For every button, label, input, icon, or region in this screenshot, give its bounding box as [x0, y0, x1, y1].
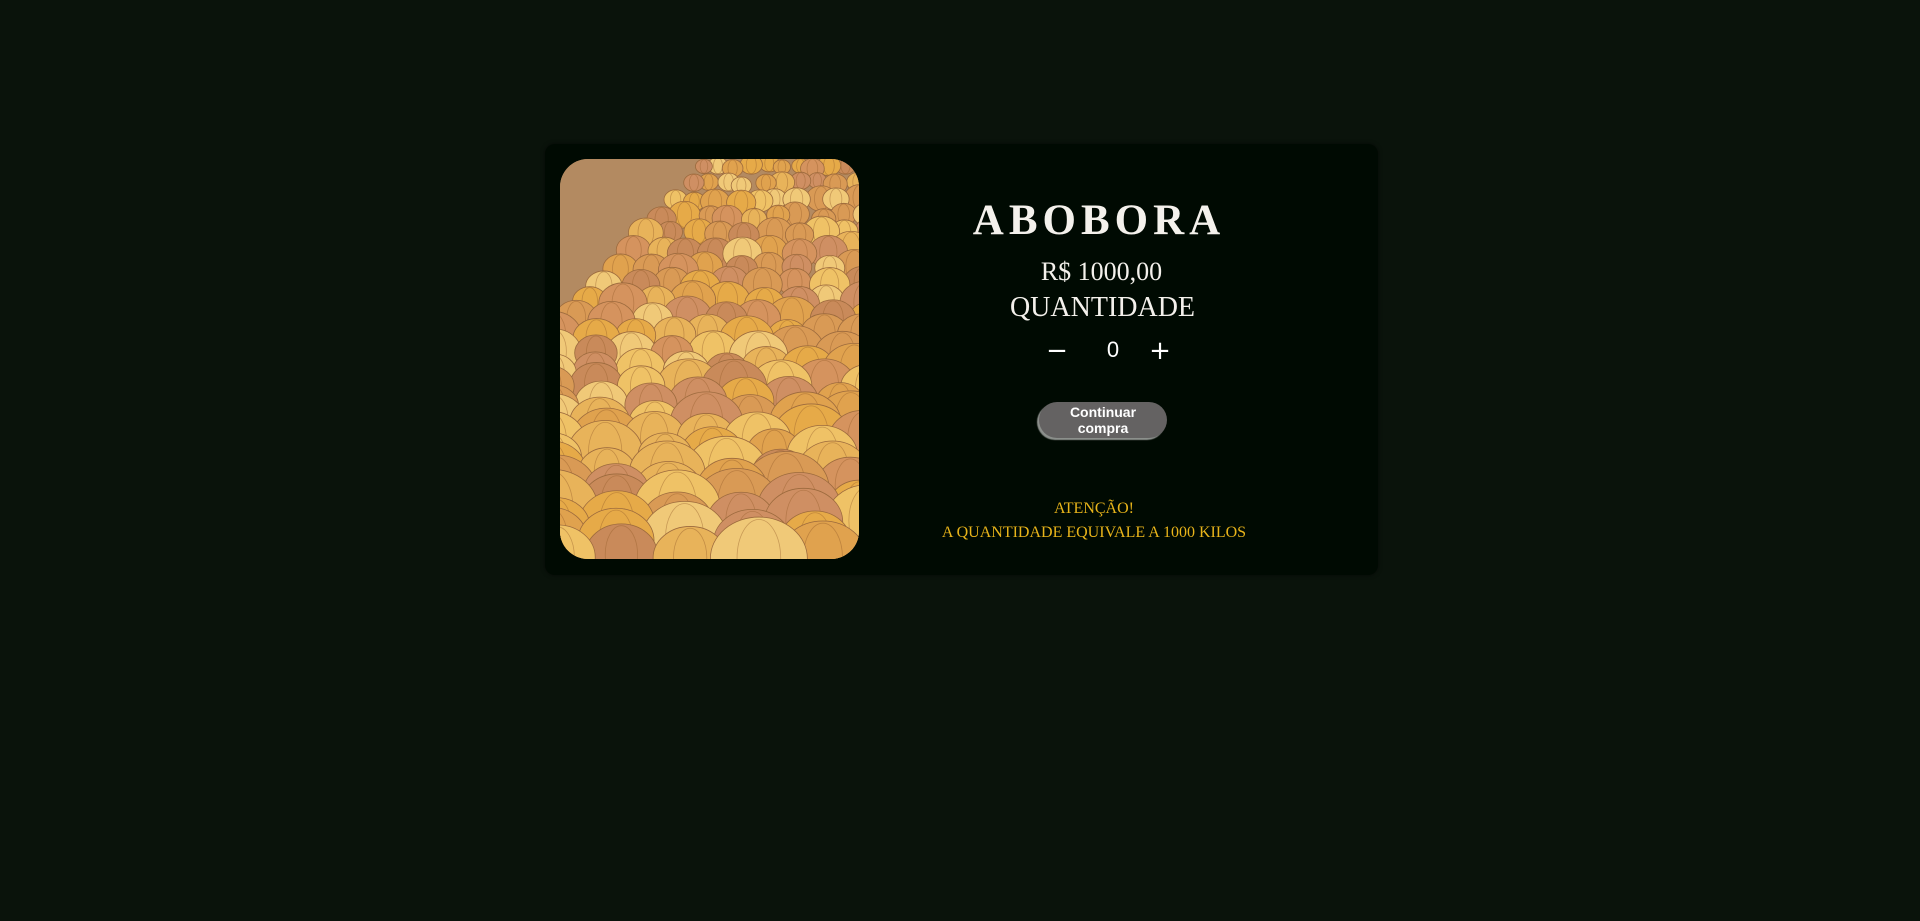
product-price: R$ 1000,00 — [1040, 257, 1163, 286]
product-image — [560, 159, 859, 559]
pumpkins-image — [560, 159, 859, 559]
product-title: ABOBORA — [972, 197, 1226, 244]
quantity-value: 0 — [1106, 337, 1120, 362]
attention-notice: ATENÇÃO! A QUANTIDADE EQUIVALE A 1000 KI… — [859, 497, 1329, 545]
decrease-quantity-button[interactable]: − — [1042, 336, 1072, 366]
attention-heading: ATENÇÃO! — [1054, 500, 1134, 517]
continue-purchase-button[interactable]: Continuar compra — [1039, 402, 1167, 438]
quantity-label: QUANTIDADE — [1009, 292, 1196, 323]
attention-text: A QUANTIDADE EQUIVALE A 1000 KILOS — [941, 524, 1247, 541]
product-info: ABOBORA R$ 1000,00 QUANTIDADE − 0 + Cont… — [859, 144, 1378, 575]
increase-quantity-button[interactable]: + — [1145, 336, 1175, 366]
product-card: ABOBORA R$ 1000,00 QUANTIDADE − 0 + Cont… — [545, 144, 1378, 575]
quantity-stepper: − 0 + — [859, 336, 1346, 366]
